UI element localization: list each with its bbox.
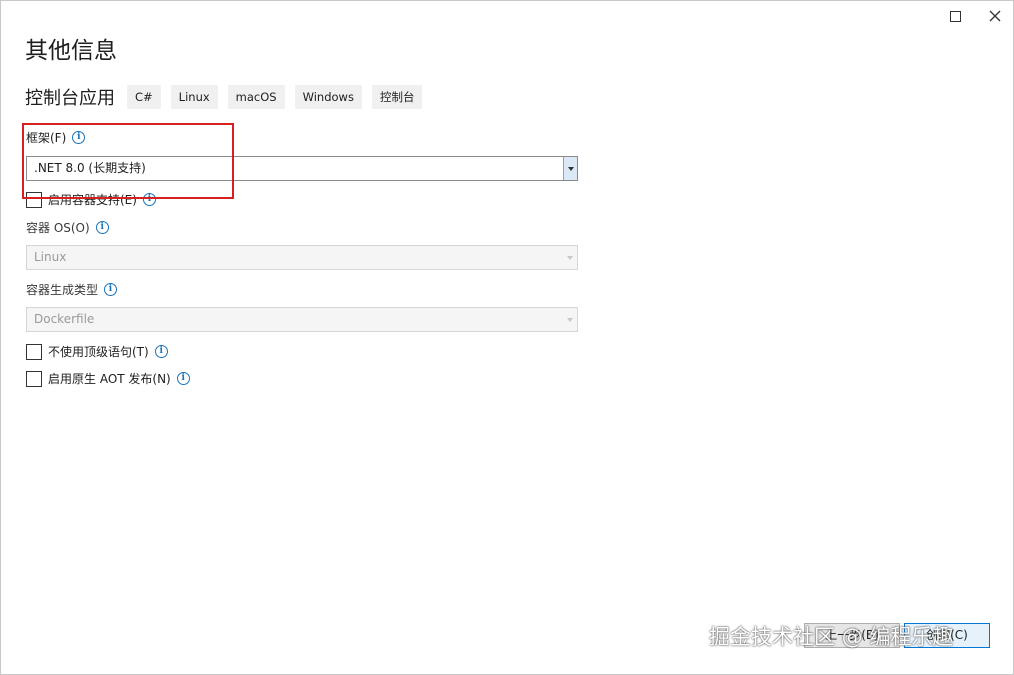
info-icon[interactable]: i <box>104 283 118 296</box>
no-top-level-statements-checkbox[interactable] <box>26 343 42 360</box>
info-icon[interactable]: i <box>142 193 156 206</box>
info-icon[interactable]: i <box>154 345 168 358</box>
info-icon[interactable]: i <box>95 221 109 234</box>
container-os-select: Linux <box>26 245 578 270</box>
container-build-type-dropdown-button <box>563 308 577 331</box>
framework-select-value: .NET 8.0 (长期支持) <box>34 161 146 175</box>
info-icon[interactable]: i <box>72 131 86 144</box>
tag-project-type: 控制台 <box>371 85 423 109</box>
tag-platform-windows: Windows <box>294 85 362 109</box>
template-summary: 控制台应用 C# Linux macOS Windows 控制台 <box>25 84 432 110</box>
native-aot-label: 启用原生 AOT 发布(N) <box>48 372 171 386</box>
close-button[interactable] <box>986 7 1004 25</box>
container-build-type-label-text: 容器生成类型 <box>26 283 99 297</box>
container-build-type-select-value: Dockerfile <box>34 312 95 326</box>
info-icon[interactable]: i <box>176 372 190 385</box>
native-aot-row: 启用原生 AOT 发布(N) i <box>26 370 190 387</box>
close-icon <box>989 10 1001 22</box>
tag-platform-macos: macOS <box>227 85 285 109</box>
framework-label-text: 框架(F) <box>26 131 67 145</box>
container-build-type-label: 容器生成类型 i <box>26 281 118 298</box>
no-top-level-statements-row: 不使用顶级语句(T) i <box>26 343 168 360</box>
chevron-down-icon <box>567 255 573 260</box>
framework-dropdown-button[interactable] <box>563 157 577 180</box>
chevron-down-icon <box>567 317 573 322</box>
container-os-label-text: 容器 OS(O) <box>26 221 90 235</box>
chevron-down-icon <box>567 166 574 171</box>
framework-select[interactable]: .NET 8.0 (长期支持) <box>26 156 578 181</box>
dialog-window: 其他信息 控制台应用 C# Linux macOS Windows 控制台 框架… <box>0 0 1014 675</box>
no-top-level-statements-label: 不使用顶级语句(T) <box>48 345 149 359</box>
container-build-type-select: Dockerfile <box>26 307 578 332</box>
native-aot-checkbox[interactable] <box>26 370 42 387</box>
container-support-row: 启用容器支持(E) i <box>26 191 156 208</box>
template-name: 控制台应用 <box>25 88 115 109</box>
container-os-label: 容器 OS(O) i <box>26 219 109 236</box>
maximize-button[interactable] <box>946 7 964 25</box>
container-support-label: 启用容器支持(E) <box>48 193 137 207</box>
container-os-select-value: Linux <box>34 250 67 264</box>
maximize-icon <box>949 10 961 22</box>
tag-language: C# <box>127 85 161 109</box>
tag-platform-linux: Linux <box>170 85 218 109</box>
page-title: 其他信息 <box>25 38 117 64</box>
container-support-checkbox[interactable] <box>26 191 42 208</box>
container-os-dropdown-button <box>563 246 577 269</box>
watermark: 掘金技术社区 @ 编程乐趣 <box>709 625 954 649</box>
framework-label: 框架(F) i <box>26 129 86 146</box>
